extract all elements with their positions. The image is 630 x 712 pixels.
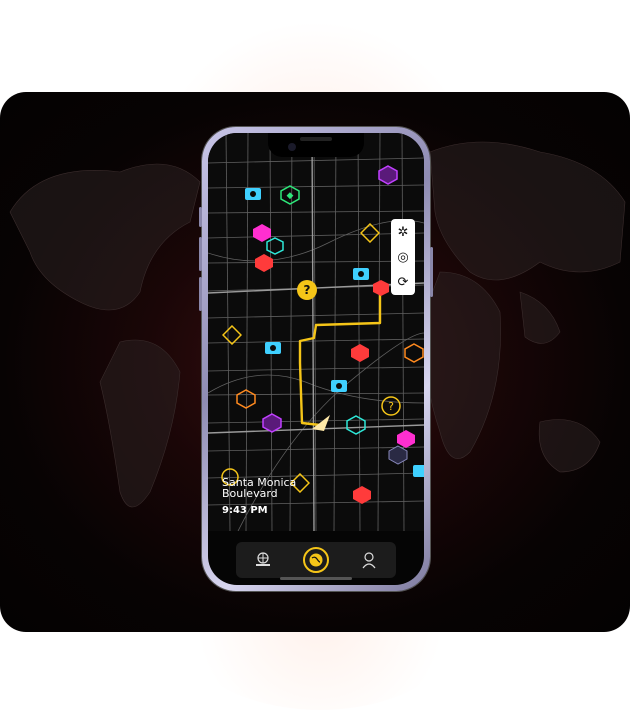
police-shield-pin-2[interactable] [352, 265, 370, 283]
police-shield-pin-3[interactable] [264, 339, 282, 357]
svg-text:◆: ◆ [287, 191, 294, 201]
hacker-avatar-icon [362, 552, 376, 569]
nav-item-profile[interactable] [356, 547, 382, 573]
police-shield-pin-4[interactable] [330, 377, 348, 395]
bottom-nav [236, 542, 396, 578]
city-map[interactable]: ◆ ? ? ✲ ◎ ⟳ Santa Monica Boulevard 9:43 … [208, 133, 424, 531]
police-shield-pin[interactable] [244, 185, 262, 203]
front-camera [288, 143, 296, 151]
box-pin-3[interactable] [350, 343, 370, 363]
web-laptop-icon [255, 552, 270, 566]
question-pin-2[interactable]: ? [380, 395, 402, 417]
swirl-pin[interactable] [378, 165, 398, 185]
svg-text:?: ? [304, 283, 311, 297]
box-pin-4[interactable] [352, 485, 372, 505]
refresh-icon[interactable]: ⟳ [395, 274, 411, 290]
person-diamond-pin[interactable] [360, 223, 380, 243]
dark-badge-pin[interactable] [388, 445, 408, 465]
nav-item-web[interactable] [250, 547, 276, 573]
cart-pin-2[interactable] [346, 415, 366, 435]
swirl-pin-2[interactable] [262, 413, 282, 433]
question-pin[interactable]: ? [296, 279, 318, 301]
volume-down-button [199, 277, 202, 311]
person-diamond-pin-2[interactable] [222, 325, 242, 345]
nav-item-globe[interactable] [302, 547, 329, 573]
compass-icon[interactable]: ✲ [395, 224, 411, 240]
alert-pin[interactable] [404, 343, 424, 363]
svg-text:?: ? [388, 400, 394, 413]
alert-pin-2[interactable] [236, 389, 256, 409]
gem-pin[interactable]: ◆ [280, 185, 300, 205]
box-pin-2[interactable] [372, 279, 390, 297]
volume-up-button [199, 237, 202, 271]
box-pin[interactable] [254, 253, 274, 273]
phone-screen: ◆ ? ? ✲ ◎ ⟳ Santa Monica Boulevard 9:43 … [208, 133, 424, 585]
phone-frame: ◆ ? ? ✲ ◎ ⟳ Santa Monica Boulevard 9:43 … [199, 127, 433, 591]
power-button [430, 247, 433, 297]
map-controls: ✲ ◎ ⟳ [391, 219, 415, 295]
police-shield-pin-5[interactable] [412, 463, 424, 479]
time-label: 9:43 PM [222, 505, 268, 516]
locate-icon[interactable]: ◎ [395, 249, 411, 265]
globe-icon [309, 553, 323, 567]
home-indicator [280, 577, 352, 580]
speaker-grille [300, 137, 332, 141]
mute-switch [199, 207, 202, 227]
street-name: Santa Monica Boulevard [222, 476, 297, 500]
